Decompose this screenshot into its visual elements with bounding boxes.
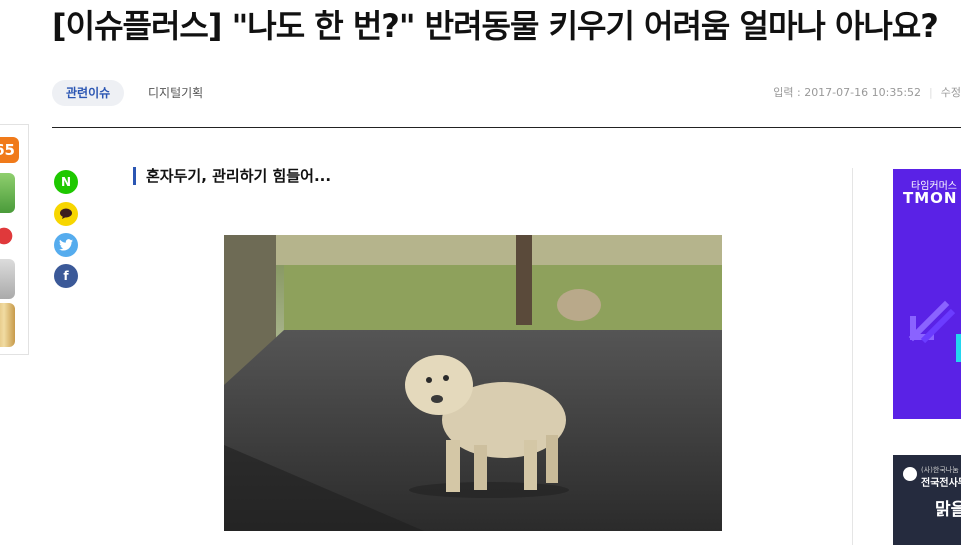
twitter-bird-icon (59, 239, 73, 251)
charity-ad-title: 전국전사무 (921, 478, 961, 489)
charity-ad-banner[interactable]: (사)한국나눔 전국전사무 맑을 (893, 455, 961, 545)
facebook-share-icon[interactable]: f (54, 264, 78, 288)
twitter-share-icon[interactable] (54, 233, 78, 257)
article-meta-bar: 관련이슈 디지털기획 입력 : 2017-07-16 10:35:52 | 수정 (52, 80, 961, 108)
input-date: 입력 : 2017-07-16 10:35:52 (773, 86, 922, 99)
header-divider (52, 127, 961, 128)
sidebar-divider (852, 168, 853, 545)
speech-bubble-icon (60, 208, 72, 219)
ad-product-image (0, 303, 15, 347)
tmon-accent-bar (956, 334, 961, 362)
article-photo-dog (224, 235, 722, 531)
related-issue-tag[interactable]: 관련이슈 (52, 80, 125, 106)
charity-emblem-icon (903, 467, 917, 481)
naver-share-icon[interactable]: N (54, 170, 78, 194)
ad-product-image (0, 173, 15, 213)
category-label[interactable]: 디지털기획 (148, 80, 203, 106)
kakao-share-icon[interactable] (54, 202, 78, 226)
tmon-ad-banner[interactable]: 타임커머스 TMON (893, 169, 961, 419)
left-side-ad-banner[interactable]: 65 (0, 124, 29, 355)
date-separator: | (929, 86, 933, 99)
arrow-down-left-icon (908, 300, 956, 344)
article-title: [이슈플러스] "나도 한 번?" 반려동물 키우기 어려움 얼마나 아나요? (52, 7, 939, 45)
ad-product-image (0, 259, 15, 299)
ad-badge: 65 (0, 137, 19, 163)
ad-product-image (0, 219, 15, 253)
charity-ad-headline: 맑을 (935, 500, 961, 520)
tmon-logo: TMON (903, 189, 958, 207)
modified-date: 수정 (940, 86, 961, 99)
article-dates: 입력 : 2017-07-16 10:35:52 | 수정 (773, 80, 961, 106)
article-subheading: 혼자두기, 관리하기 힘들어... (133, 167, 331, 185)
